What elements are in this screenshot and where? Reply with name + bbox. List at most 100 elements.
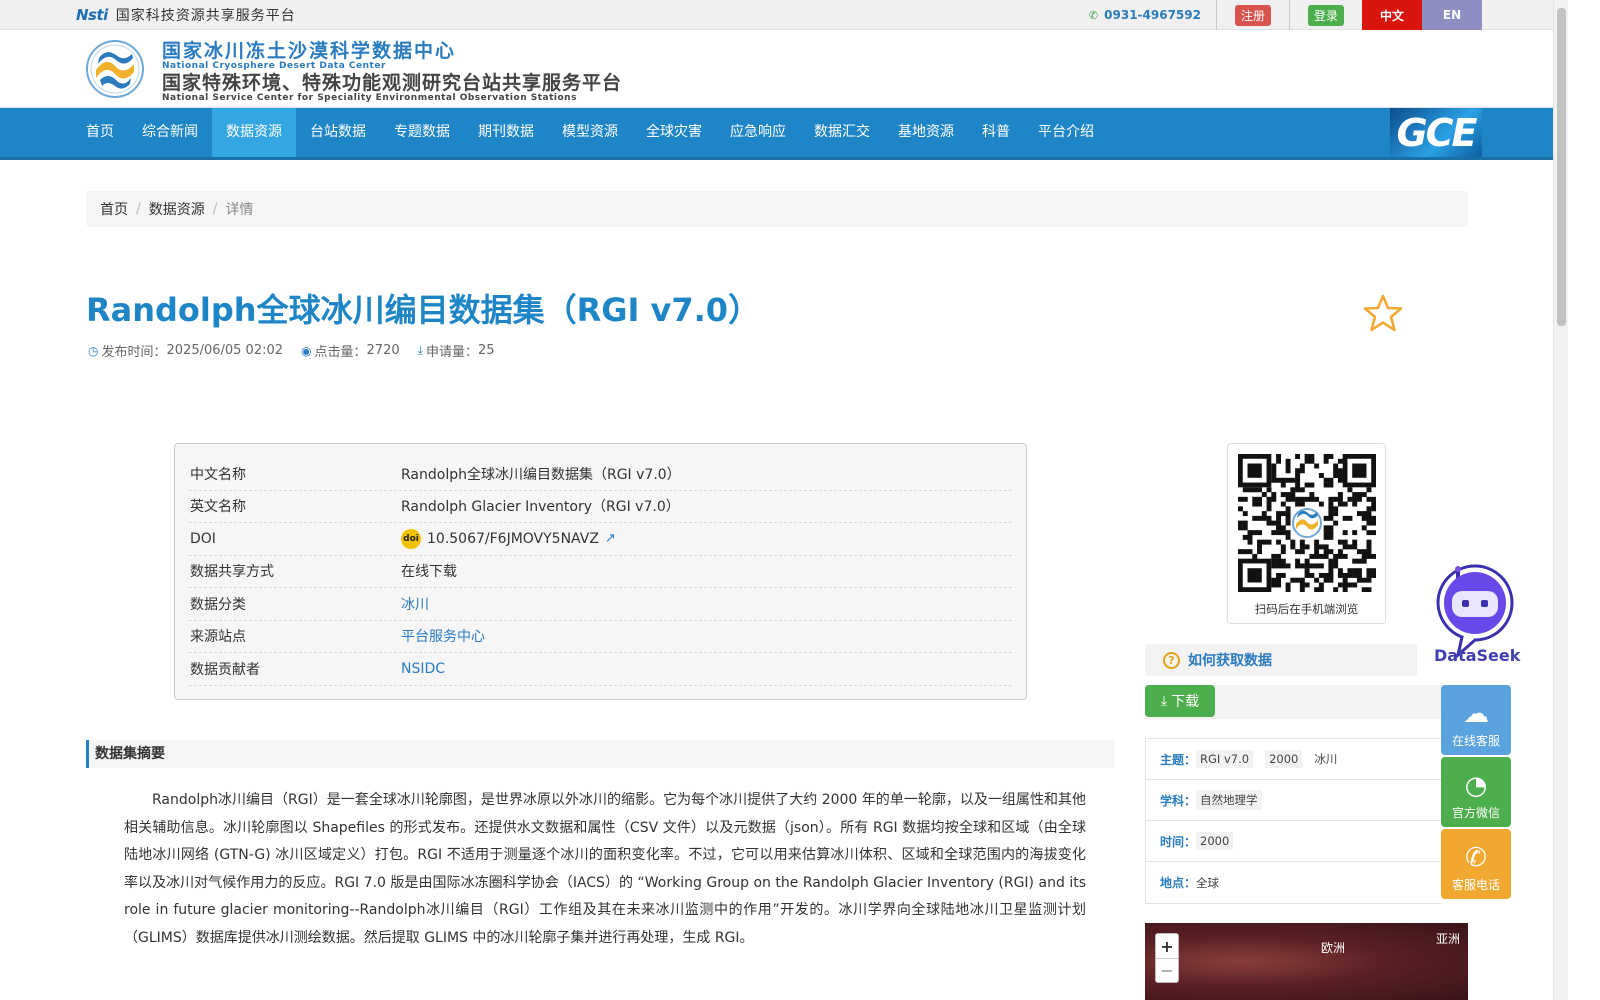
tag-chip[interactable]: 冰川 — [1314, 751, 1337, 767]
request-count: ⤓ 申请量： 25 — [418, 341, 495, 360]
nav-item-journal-data[interactable]: 期刊数据 — [464, 108, 548, 157]
platform-subtitle-cn: 国家特殊环境、特殊功能观测研究台站共享服务平台 — [162, 72, 623, 94]
source-station-link[interactable]: 平台服务中心 — [401, 626, 485, 646]
tag-row-subject: 学科： 自然地理学 — [1146, 780, 1441, 821]
doi-value-wrap: doi 10.5067/F6JMOVY5NAVZ ↗ — [401, 528, 616, 549]
window-scrollbar-thumb[interactable] — [1557, 8, 1566, 326]
info-key: 数据贡献者 — [190, 661, 260, 678]
breadcrumb-data-resources[interactable]: 数据资源 — [149, 199, 205, 219]
info-key: 英文名称 — [190, 499, 246, 516]
nav-item-science[interactable]: 科普 — [968, 108, 1024, 157]
nav-item-station-data[interactable]: 台站数据 — [296, 108, 380, 157]
info-value: Randolph全球冰川编目数据集（RGI v7.0） — [401, 466, 681, 483]
phone-number: 0931-4967592 — [1104, 8, 1201, 22]
eye-icon: ◉ — [301, 343, 312, 358]
wechat-button[interactable]: ◔ 官方微信 — [1441, 757, 1511, 827]
breadcrumb: 首页 / 数据资源 / 详情 — [86, 191, 1468, 227]
table-row: 来源站点 平台服务中心 — [189, 621, 1012, 653]
clock-icon: ◷ — [88, 343, 99, 358]
qr-caption: 扫码后在手机端浏览 — [1254, 602, 1359, 616]
map-label-asia: 亚洲 — [1436, 932, 1461, 946]
download-icon: ⤓ — [1160, 693, 1168, 709]
tag-chip[interactable]: 自然地理学 — [1196, 790, 1262, 810]
nav-item-home[interactable]: 首页 — [72, 108, 128, 157]
nav-item-topic-data[interactable]: 专题数据 — [380, 108, 464, 157]
info-value: Randolph Glacier Inventory（RGI v7.0） — [401, 499, 680, 516]
main-nav: 首页 综合新闻 数据资源 台站数据 专题数据 期刊数据 模型资源 全球灾害 应急… — [0, 108, 1568, 160]
views-value: 2720 — [366, 343, 400, 358]
divider — [1288, 0, 1290, 30]
category-link[interactable]: 冰川 — [401, 594, 429, 614]
how-to-get-data[interactable]: ? 如何获取数据 — [1145, 644, 1417, 676]
qr-code — [1238, 454, 1376, 592]
online-service-label: 在线客服 — [1451, 734, 1500, 748]
lang-zh-button[interactable]: 中文 — [1362, 0, 1422, 30]
online-service-button[interactable]: ☁ 在线客服 — [1441, 685, 1511, 755]
breadcrumb-separator: / — [212, 201, 218, 217]
how-to-label: 如何获取数据 — [1188, 653, 1272, 669]
center-logo[interactable] — [86, 40, 144, 98]
external-link-icon[interactable]: ↗ — [605, 531, 616, 546]
publish-time: ◷ 发布时间： 2025/06/05 02:02 — [88, 341, 283, 360]
table-row: 英文名称 Randolph Glacier Inventory（RGI v7.0… — [189, 491, 1012, 523]
table-row: 中文名称 Randolph全球冰川编目数据集（RGI v7.0） — [189, 458, 1012, 491]
download-icon: ⤓ — [417, 343, 423, 357]
dataset-tags: 主题： RGI v7.0 2000 冰川 学科： 自然地理学 时间： 2000 … — [1145, 738, 1441, 904]
download-strip: ⤓ 下载 — [1145, 685, 1441, 719]
phone-service-button[interactable]: ✆ 客服电话 — [1441, 829, 1511, 899]
gce-logo[interactable]: GCE — [1390, 108, 1482, 157]
site-header: 国家冰川冻土沙漠科学数据中心 National Cryosphere Deser… — [0, 30, 1568, 108]
contributor-link[interactable]: NSIDC — [401, 661, 445, 677]
chat-bubble-icon: ☁ — [1463, 699, 1489, 729]
nav-item-base-resources[interactable]: 基地资源 — [884, 108, 968, 157]
doi-value[interactable]: 10.5067/F6JMOVY5NAVZ — [427, 531, 599, 547]
map-label-europe: 欧洲 — [1321, 941, 1346, 955]
download-button[interactable]: ⤓ 下载 — [1145, 685, 1215, 717]
tag-chip[interactable]: RGI v7.0 — [1196, 750, 1254, 768]
nav-item-model-resources[interactable]: 模型资源 — [548, 108, 632, 157]
nav-item-global-disasters[interactable]: 全球灾害 — [632, 108, 716, 157]
page: Nsti 国家科技资源共享服务平台 ✆ 0931-4967592 注册 登录 中… — [0, 0, 1568, 1000]
map-zoom-control: + − — [1155, 933, 1179, 983]
phone-icon: ✆ — [1088, 8, 1099, 22]
doi-icon: doi — [401, 528, 421, 549]
tag-label: 时间： — [1160, 834, 1197, 849]
breadcrumb-separator: / — [136, 201, 141, 217]
nav-item-news[interactable]: 综合新闻 — [128, 108, 212, 157]
info-key: 来源站点 — [190, 629, 246, 646]
tag-row-theme: 主题： RGI v7.0 2000 冰川 — [1146, 739, 1441, 780]
tag-label: 地点： — [1160, 876, 1197, 890]
tag-chip[interactable]: 全球 — [1196, 875, 1219, 891]
nav-item-about[interactable]: 平台介绍 — [1024, 108, 1108, 157]
platform-name: 国家科技资源共享服务平台 — [115, 8, 296, 24]
zoom-in-button[interactable]: + — [1156, 934, 1178, 958]
tag-chip[interactable]: 2000 — [1265, 750, 1303, 768]
tag-chip[interactable]: 2000 — [1196, 832, 1234, 850]
views-label: 点击量： — [314, 345, 367, 360]
zoom-out-button[interactable]: − — [1156, 958, 1178, 982]
login-button[interactable]: 登录 — [1307, 4, 1344, 26]
lang-en-button[interactable]: EN — [1422, 0, 1482, 30]
nav-item-data-submission[interactable]: 数据汇交 — [800, 108, 884, 157]
tag-label: 学科： — [1160, 793, 1197, 808]
dataset-meta: ◷ 发布时间： 2025/06/05 02:02 ◉ 点击量： 2720 ⤓ 申… — [88, 341, 513, 360]
dataseek-label[interactable]: DataSeek — [1434, 646, 1520, 665]
nav-item-emergency[interactable]: 应急响应 — [716, 108, 800, 157]
nav-item-data-resources[interactable]: 数据资源 — [212, 108, 296, 157]
favorite-star-icon[interactable] — [1363, 293, 1403, 333]
coverage-map[interactable]: + − 欧洲 亚洲 — [1145, 923, 1468, 1000]
nsti-mark: Nsti — [76, 6, 108, 24]
top-bar: Nsti 国家科技资源共享服务平台 ✆ 0931-4967592 注册 登录 中… — [0, 0, 1568, 30]
header-titles: 国家冰川冻土沙漠科学数据中心 National Cryosphere Deser… — [162, 40, 622, 103]
download-label: 下载 — [1171, 694, 1200, 710]
register-button[interactable]: 注册 — [1234, 4, 1271, 26]
nsti-logo[interactable]: Nsti 国家科技资源共享服务平台 — [76, 5, 296, 25]
qr-code-card: 扫码后在手机端浏览 — [1227, 443, 1386, 624]
info-key: 数据分类 — [190, 596, 246, 613]
platform-subtitle-en: National Service Center for Speciality E… — [162, 93, 577, 103]
page-title: Randolph全球冰川编目数据集（RGI v7.0） — [86, 291, 761, 329]
abstract-text: Randolph冰川编目（RGI）是一套全球冰川轮廓图，是世界冰原以外冰川的缩影… — [124, 792, 1086, 946]
window-scrollbar[interactable] — [1553, 0, 1568, 1000]
breadcrumb-home[interactable]: 首页 — [100, 199, 128, 219]
phone-contact: ✆ 0931-4967592 — [1089, 0, 1217, 30]
